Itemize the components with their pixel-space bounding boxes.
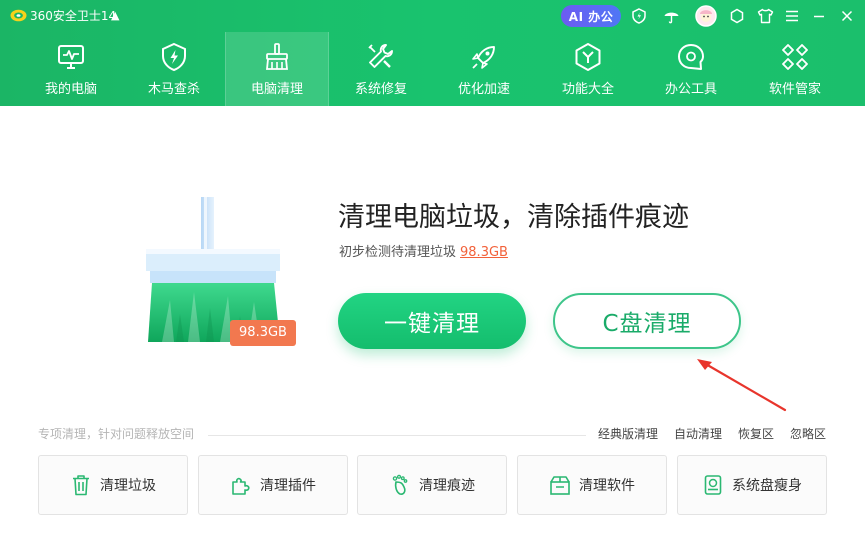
scan-summary-label: 初步检测待清理垃圾 <box>339 245 457 260</box>
nav-item-features[interactable]: 功能大全 <box>536 32 640 106</box>
tool-clean-traces[interactable]: 清理痕迹 <box>357 455 507 515</box>
footprint-icon <box>389 474 411 496</box>
umbrella-icon[interactable] <box>662 7 680 25</box>
apps-icon <box>782 44 808 70</box>
top-header: 360安全卫士14 ▲ AI 办公 我的电脑 木马查杀 电脑清理 系统修复 优化… <box>0 0 865 106</box>
software-box-icon <box>549 474 571 496</box>
tool-label: 清理软件 <box>579 478 635 494</box>
ignore-area-link[interactable]: 忽略区 <box>790 426 826 443</box>
shield-bolt-icon <box>162 42 186 72</box>
nav-label: 电脑清理 <box>250 82 303 97</box>
trash-icon <box>70 474 92 496</box>
disk-icon <box>702 474 724 496</box>
c-drive-clean-button[interactable]: C盘清理 <box>553 293 741 349</box>
nav-item-trojan-scan[interactable]: 木马查杀 <box>122 32 226 106</box>
tool-label: 系统盘瘦身 <box>732 478 802 494</box>
app-title: 360安全卫士14 <box>30 9 117 23</box>
ai-office-button[interactable]: AI 办公 <box>561 5 621 27</box>
rocket-icon <box>472 46 495 69</box>
hexagon-icon <box>575 43 601 71</box>
nav-label: 功能大全 <box>561 82 614 97</box>
junk-size-link[interactable]: 98.3GB <box>460 245 508 260</box>
tool-label: 清理垃圾 <box>100 478 156 494</box>
minimize-icon[interactable] <box>810 7 828 25</box>
menu-icon[interactable] <box>783 7 801 25</box>
puzzle-icon <box>230 474 252 496</box>
app-logo-icon <box>10 9 27 22</box>
main-nav: 我的电脑 木马查杀 电脑清理 系统修复 优化加速 功能大全 办公工具 软件管家 <box>0 32 865 106</box>
arrow-up-icon[interactable]: ▲ <box>111 8 119 24</box>
nav-item-optimize[interactable]: 优化加速 <box>432 32 536 106</box>
nav-item-my-computer[interactable]: 我的电脑 <box>19 32 123 106</box>
skin-shirt-icon[interactable] <box>756 7 774 25</box>
section-hint: 专项清理，针对问题释放空间 <box>38 427 195 441</box>
nav-label: 软件管家 <box>768 82 821 97</box>
monitor-icon <box>58 45 84 69</box>
shield-bolt-icon[interactable] <box>630 7 648 25</box>
tool-clean-plugins[interactable]: 清理插件 <box>198 455 348 515</box>
nav-label: 系统修复 <box>354 82 407 97</box>
chat-bubble-icon <box>678 44 704 70</box>
tool-system-disk-slim[interactable]: 系统盘瘦身 <box>677 455 827 515</box>
settings-hexagon-icon[interactable] <box>728 7 746 25</box>
tool-label: 清理插件 <box>260 478 316 494</box>
tool-clean-junk[interactable]: 清理垃圾 <box>38 455 188 515</box>
auto-clean-link[interactable]: 自动清理 <box>674 426 722 443</box>
scan-summary: 初步检测待清理垃圾 98.3GB <box>339 244 508 262</box>
nav-item-office-tools[interactable]: 办公工具 <box>639 32 743 106</box>
tool-label: 清理痕迹 <box>419 478 475 494</box>
nav-label: 优化加速 <box>457 82 510 97</box>
nav-item-software-manager[interactable]: 软件管家 <box>743 32 847 106</box>
classic-clean-link[interactable]: 经典版清理 <box>598 426 658 443</box>
red-arrow-annotation <box>697 359 787 412</box>
tool-clean-software[interactable]: 清理软件 <box>517 455 667 515</box>
broom-icon <box>266 43 288 70</box>
nav-item-system-repair[interactable]: 系统修复 <box>329 32 433 106</box>
close-icon[interactable] <box>838 7 856 25</box>
wrench-icon <box>368 44 393 68</box>
avatar[interactable] <box>695 5 717 27</box>
page-headline: 清理电脑垃圾，清除插件痕迹 <box>338 202 689 233</box>
nav-item-cleanup[interactable]: 电脑清理 <box>225 32 329 106</box>
junk-size-badge: 98.3GB <box>230 320 296 346</box>
divider <box>208 435 586 436</box>
one-click-clean-button[interactable]: 一键清理 <box>338 293 526 349</box>
nav-label: 我的电脑 <box>44 82 97 97</box>
restore-area-link[interactable]: 恢复区 <box>738 426 774 443</box>
title-bar: 360安全卫士14 ▲ AI 办公 <box>0 0 865 32</box>
nav-label: 办公工具 <box>664 82 717 97</box>
nav-label: 木马查杀 <box>147 82 200 97</box>
